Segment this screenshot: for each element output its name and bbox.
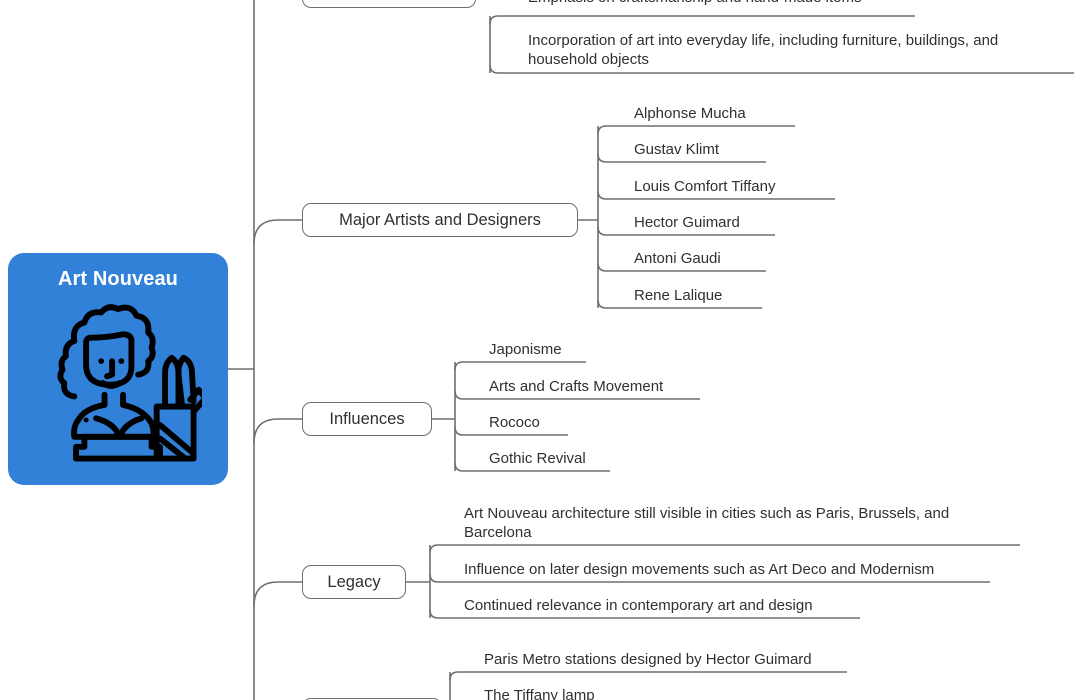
leaf-item[interactable]: Rococo xyxy=(489,413,540,432)
leaf-item[interactable]: Gothic Revival xyxy=(489,449,586,468)
branch-node-characteristics[interactable] xyxy=(302,0,476,8)
wire-trunk-to-branch-influences xyxy=(253,418,302,444)
rule-major-artists-0 xyxy=(597,125,795,135)
leaf-item[interactable]: Gustav Klimt xyxy=(634,140,719,159)
rule-legacy-0 xyxy=(429,544,1020,554)
leaf-item-label: Antoni Gaudi xyxy=(634,250,721,267)
leaf-item[interactable]: Influence on later design movements such… xyxy=(464,560,934,579)
root-node-label: Art Nouveau xyxy=(57,268,178,290)
leaf-item-label: Louis Comfort Tiffany xyxy=(634,178,776,195)
leaf-item-label: Art Nouveau architecture still visible i… xyxy=(464,505,950,541)
leaf-item[interactable]: Emphasis on craftsmanship and hand-made … xyxy=(528,0,862,7)
leaf-item[interactable]: Arts and Crafts Movement xyxy=(489,377,663,396)
leaf-item-label: Incorporation of art into everyday life,… xyxy=(528,32,999,68)
leaf-item-label: Emphasis on craftsmanship and hand-made … xyxy=(528,0,862,7)
leaf-item-label: Gustav Klimt xyxy=(634,141,720,158)
leaf-item[interactable]: Louis Comfort Tiffany xyxy=(634,177,775,196)
artist-bust-and-paintbrushes-icon xyxy=(57,304,202,462)
leaf-item-label: The Tiffany lamp xyxy=(484,687,595,700)
branch-node-label: Influences xyxy=(329,409,405,428)
wire-trunk-to-branch-legacy xyxy=(253,581,302,607)
leaf-item[interactable]: The Tiffany lamp xyxy=(484,686,595,700)
leaf-item[interactable]: Paris Metro stations designed by Hector … xyxy=(484,650,812,669)
leaf-item[interactable]: Alphonse Mucha xyxy=(634,104,746,123)
leaf-item[interactable]: Antoni Gaudi xyxy=(634,249,721,268)
rule-influences-0 xyxy=(454,361,586,371)
leaf-item-label: Japonisme xyxy=(489,341,562,358)
leaf-item-label: Alphonse Mucha xyxy=(634,105,746,122)
branch-node-major-artists[interactable]: Major Artists and Designers xyxy=(302,203,578,237)
leaf-item[interactable]: Incorporation of art into everyday life,… xyxy=(528,31,1060,69)
mind-map-canvas: Art Nouveau Major Artists and Designers … xyxy=(0,0,1080,700)
branch-node-label: Legacy xyxy=(327,572,381,591)
leaf-item-label: Rococo xyxy=(489,414,540,431)
branch-node-label: Major Artists and Designers xyxy=(339,210,541,229)
leaf-item[interactable]: Rene Lalique xyxy=(634,286,722,305)
leaf-item-label: Continued relevance in contemporary art … xyxy=(464,597,813,614)
leaf-item[interactable]: Continued relevance in contemporary art … xyxy=(464,596,813,615)
leaf-item-label: Influence on later design movements such… xyxy=(464,561,935,578)
leaf-item[interactable]: Japonisme xyxy=(489,340,562,359)
leaf-item-label: Paris Metro stations designed by Hector … xyxy=(484,651,812,668)
leaf-item-label: Arts and Crafts Movement xyxy=(489,378,664,395)
branch-node-legacy[interactable]: Legacy xyxy=(302,565,406,599)
leaf-item-label: Rene Lalique xyxy=(634,287,723,304)
leaf-item-label: Hector Guimard xyxy=(634,214,740,231)
leaf-item[interactable]: Art Nouveau architecture still visible i… xyxy=(464,504,1009,542)
root-node[interactable]: Art Nouveau xyxy=(8,253,228,485)
wire-trunk-to-branch-major-artists xyxy=(253,219,302,245)
leaf-item[interactable]: Hector Guimard xyxy=(634,213,740,232)
rule-notable-works-0 xyxy=(449,671,847,681)
leaf-item-label: Gothic Revival xyxy=(489,450,586,467)
branch-node-influences[interactable]: Influences xyxy=(302,402,432,436)
rule-characteristics-0 xyxy=(489,15,915,25)
